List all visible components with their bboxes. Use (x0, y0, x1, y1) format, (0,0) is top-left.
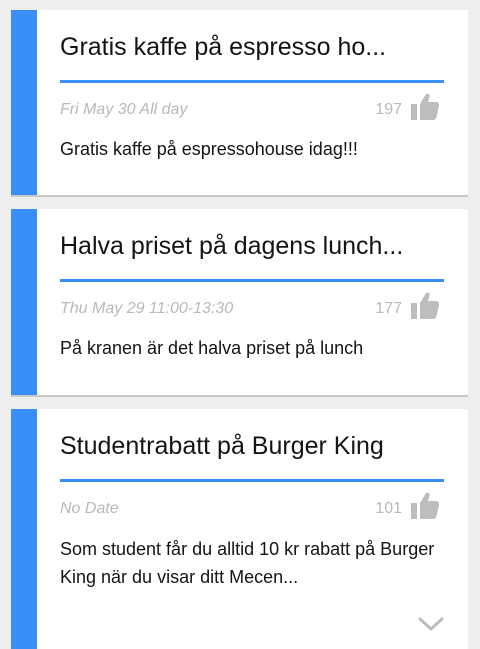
chevron-down-icon[interactable] (417, 615, 445, 633)
card-title: Studentrabatt på Burger King (60, 432, 384, 460)
card-date: No Date (60, 500, 119, 517)
card-description: Som student får du alltid 10 kr rabatt p… (60, 539, 435, 587)
deal-card[interactable]: Studentrabatt på Burger King No Date 101… (11, 409, 468, 649)
card-description: På kranen är det halva priset på lunch (60, 338, 364, 358)
card-date: Thu May 29 11:00-13:30 (60, 300, 234, 317)
card-date: Fri May 30 All day (60, 101, 188, 118)
thumbs-up-icon[interactable] (409, 489, 441, 521)
like-count: 101 (375, 500, 402, 517)
deal-card[interactable]: Halva priset på dagens lunch... Thu May … (11, 209, 468, 395)
thumbs-up-icon[interactable] (409, 90, 441, 122)
card-accent-bar (11, 409, 37, 649)
card-title: Halva priset på dagens lunch... (60, 232, 404, 260)
title-divider (60, 80, 444, 83)
like-count: 197 (375, 101, 402, 118)
title-divider (60, 279, 444, 282)
deal-card[interactable]: Gratis kaffe på espresso ho... Fri May 3… (11, 10, 468, 195)
card-title: Gratis kaffe på espresso ho... (60, 33, 387, 61)
card-accent-bar (11, 10, 37, 195)
deals-feed: Gratis kaffe på espresso ho... Fri May 3… (0, 0, 480, 649)
card-accent-bar (11, 209, 37, 395)
title-divider (60, 479, 444, 482)
card-description: Gratis kaffe på espressohouse idag!!! (60, 139, 358, 159)
thumbs-up-icon[interactable] (409, 289, 441, 321)
like-count: 177 (375, 300, 402, 317)
